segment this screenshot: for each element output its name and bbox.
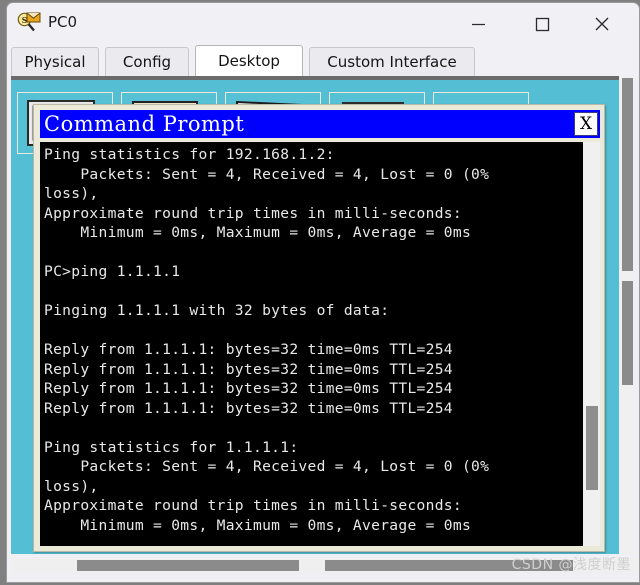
packet-tracer-icon: S: [17, 11, 41, 33]
terminal-line: Approximate round trip times in milli-se…: [44, 497, 462, 514]
window-titlebar: S PC0: [7, 3, 639, 45]
terminal-line: Reply from 1.1.1.1: bytes=32 time=0ms TT…: [44, 341, 453, 358]
tab-config[interactable]: Config: [105, 47, 189, 76]
command-prompt-window: Command Prompt X Ping statistics for 192…: [33, 104, 605, 552]
terminal-line: Reply from 1.1.1.1: bytes=32 time=0ms TT…: [44, 360, 453, 378]
application-window: S PC0 Physical Config Desktop Custom Int…: [6, 2, 640, 583]
terminal-line: Approximate round trip times in milli-se…: [44, 204, 462, 222]
panel-vertical-scrollbar[interactable]: [620, 76, 635, 554]
terminal-line: Minimum = 0ms, Maximum = 0ms, Average = …: [44, 516, 472, 534]
tab-physical[interactable]: Physical: [11, 47, 99, 76]
command-prompt-titlebar: Command Prompt X: [40, 110, 600, 138]
terminal-line: Reply from 1.1.1.1: bytes=32 time=0ms TT…: [44, 380, 453, 397]
tab-custom-interface[interactable]: Custom Interface: [309, 47, 475, 76]
panel-vertical-scrollbar-thumb-lower[interactable]: [622, 281, 633, 385]
terminal-vertical-scrollbar[interactable]: [582, 142, 600, 546]
terminal-line: PC>ping 1.1.1.1: [44, 263, 181, 280]
panel-horizontal-scrollbar-thumb-right[interactable]: [325, 560, 573, 571]
terminal-line: Packets: Sent = 4, Received = 4, Lost = …: [44, 458, 490, 475]
terminal-line: loss),: [44, 185, 99, 202]
terminal-line: Ping statistics for 1.1.1.1:: [44, 438, 299, 456]
panel-vertical-scrollbar-thumb-upper[interactable]: [622, 78, 633, 271]
tab-strip: Physical Config Desktop Custom Interface: [7, 45, 639, 76]
maximize-button[interactable]: [519, 3, 565, 45]
tab-desktop[interactable]: Desktop: [195, 45, 303, 76]
page-title: PC0: [48, 13, 78, 31]
terminal-area: Ping statistics for 192.168.1.2: Packets…: [40, 142, 600, 546]
panel-horizontal-scrollbar[interactable]: [11, 558, 637, 574]
terminal-line: Pinging 1.1.1.1 with 32 bytes of data:: [44, 302, 390, 319]
terminal-line: Packets: Sent = 4, Received = 4, Lost = …: [44, 165, 490, 183]
command-prompt-title: Command Prompt: [44, 112, 245, 136]
terminal-line: Reply from 1.1.1.1: bytes=32 time=0ms TT…: [44, 399, 453, 417]
minimize-button[interactable]: [455, 3, 501, 45]
close-button[interactable]: [579, 3, 625, 45]
terminal-line: Minimum = 0ms, Maximum = 0ms, Average = …: [44, 224, 472, 241]
command-prompt-close-button[interactable]: X: [574, 112, 598, 136]
terminal-line: Ping statistics for 192.168.1.2:: [44, 146, 335, 163]
desktop-panel: Command Prompt X Ping statistics for 192…: [11, 76, 619, 554]
panel-horizontal-scrollbar-thumb-left[interactable]: [77, 560, 299, 571]
terminal-output[interactable]: Ping statistics for 192.168.1.2: Packets…: [40, 142, 582, 546]
terminal-scrollbar-thumb[interactable]: [586, 406, 598, 490]
terminal-line: loss),: [44, 477, 99, 495]
window-title-group: S PC0: [17, 11, 77, 33]
